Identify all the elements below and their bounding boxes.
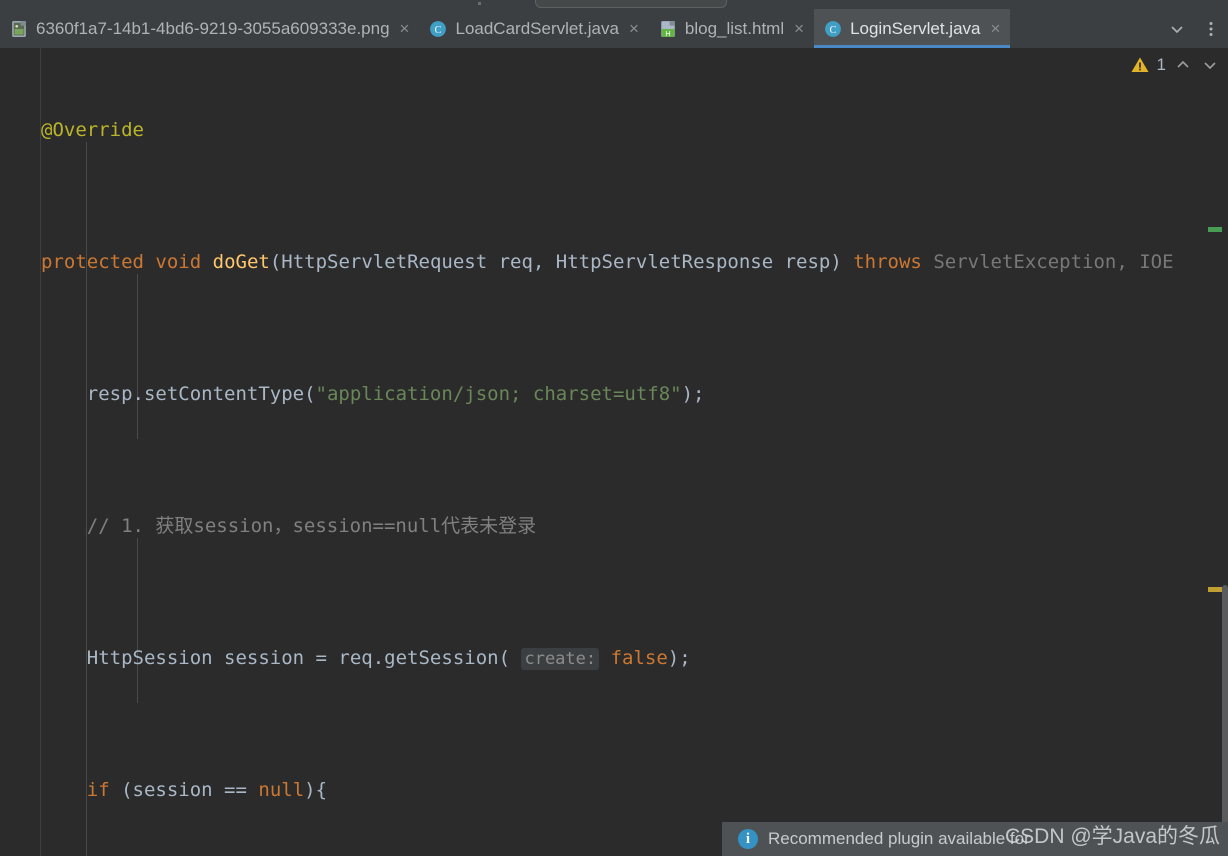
editor-marker-bar[interactable]	[1208, 48, 1228, 856]
svg-text:H: H	[665, 28, 670, 37]
editor-tab-loginservlet[interactable]: C LoginServlet.java ×	[814, 9, 1011, 48]
kebab-menu-icon	[1209, 21, 1213, 36]
vertical-scrollbar-thumb[interactable]	[1222, 585, 1228, 855]
editor-tab-loadcardservlet[interactable]: C LoadCardServlet.java ×	[419, 9, 648, 48]
notification-text: Recommended plugin available for	[768, 829, 1030, 848]
tab-close-icon[interactable]: ×	[400, 19, 410, 39]
svg-text:C: C	[435, 24, 442, 35]
editor-tab-label: LoginServlet.java	[850, 18, 981, 38]
marker-green[interactable]	[1208, 227, 1222, 232]
watermark: CSDN @学Java的冬瓜	[1004, 825, 1220, 848]
java-class-icon: C	[430, 20, 447, 37]
image-file-icon	[12, 20, 26, 37]
editor-tab-bloglist[interactable]: H blog_list.html ×	[649, 9, 814, 48]
parameter-hint: create:	[521, 648, 600, 670]
svg-text:C: C	[830, 24, 837, 35]
code-line: resp.setContentType("application/json; c…	[86, 383, 705, 405]
toolbar-search-pill[interactable]	[535, 0, 727, 8]
code-line: if (session == null){	[86, 779, 328, 801]
code-editor[interactable]: @Override protected void doGet(HttpServl…	[0, 48, 1228, 856]
code-line: // 1. 获取session，session==null代表未登录	[86, 515, 537, 537]
tab-close-icon[interactable]: ×	[990, 19, 1000, 39]
toolbar-dot	[478, 2, 481, 5]
tab-bar-spacer	[1010, 9, 1160, 48]
info-icon: i	[738, 829, 758, 849]
warning-triangle-icon	[1131, 57, 1149, 72]
html-file-icon: H	[661, 20, 675, 37]
editor-tab-label: 6360f1a7-14b1-4bd6-9219-3055a609333e.png	[36, 18, 390, 38]
code-line: @Override	[41, 119, 144, 141]
tab-close-icon[interactable]: ×	[629, 19, 639, 39]
source-code[interactable]: @Override protected void doGet(HttpServl…	[41, 48, 1228, 856]
chevron-up-icon[interactable]	[1173, 55, 1193, 75]
editor-tab-label: LoadCardServlet.java	[455, 18, 619, 38]
code-line: HttpSession session = req.getSession( cr…	[86, 647, 691, 670]
show-tab-list-button[interactable]	[1160, 9, 1194, 48]
editor-tab-label: blog_list.html	[684, 18, 785, 38]
inspection-widget[interactable]: 1	[1130, 55, 1220, 75]
editor-tab-bar: 6360f1a7-14b1-4bd6-9219-3055a609333e.png…	[0, 9, 1228, 48]
editor-tab-image[interactable]: 6360f1a7-14b1-4bd6-9219-3055a609333e.png…	[0, 9, 419, 48]
warning-count: 1	[1156, 55, 1166, 74]
editor-gutter[interactable]	[0, 48, 41, 856]
code-line: protected void doGet(HttpServletRequest …	[41, 251, 1174, 273]
tab-close-icon[interactable]: ×	[794, 19, 804, 39]
toolbar-strip	[0, 0, 1228, 9]
chevron-down-icon[interactable]	[1200, 55, 1220, 75]
more-options-button[interactable]	[1194, 9, 1228, 48]
chevron-down-icon	[1171, 25, 1183, 33]
marker-warning[interactable]	[1208, 587, 1222, 592]
java-class-icon: C	[825, 20, 841, 37]
